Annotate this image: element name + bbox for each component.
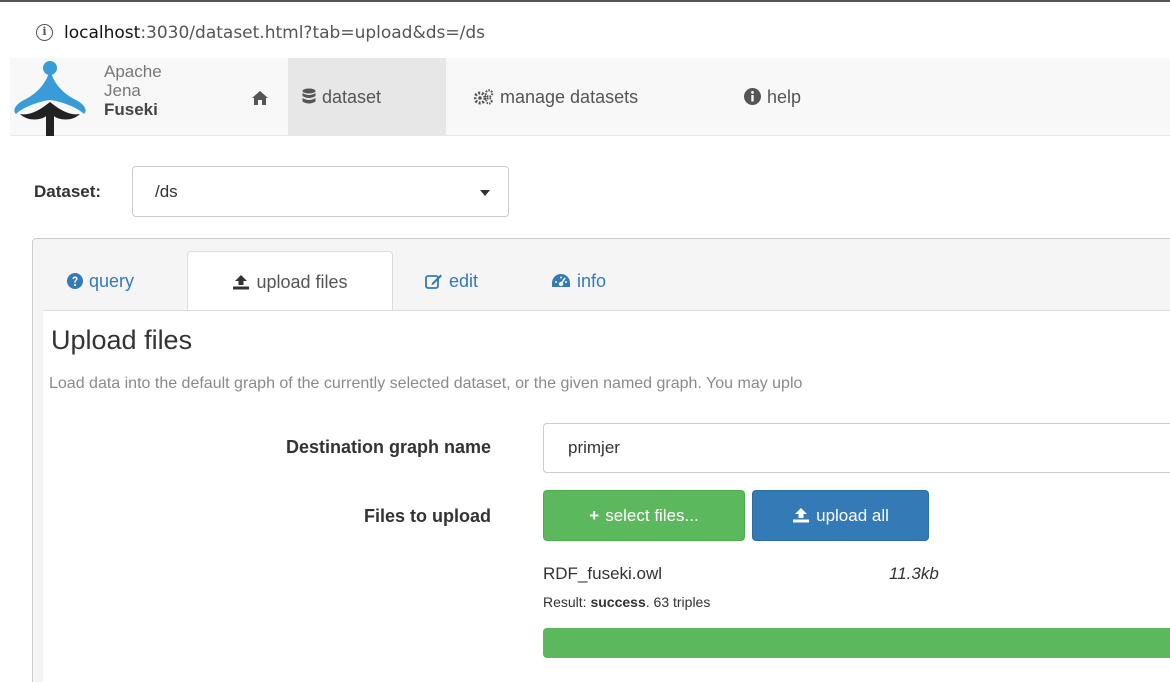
nav-help-label: help (767, 87, 802, 107)
select-files-button[interactable]: + select files... (543, 490, 745, 541)
tab-info[interactable]: info (537, 251, 620, 311)
nav-manage-datasets[interactable]: manage datasets (460, 58, 652, 136)
url-host: localhost (64, 23, 141, 43)
dataset-tabs: query upload files edit info (33, 239, 1170, 311)
dataset-select-value: /ds (155, 182, 178, 201)
upload-all-label: upload all (816, 506, 889, 525)
brand-line-apache: Apache (104, 62, 162, 81)
upload-progress (543, 628, 1170, 658)
upload-tab-content: Upload files Load data into the default … (43, 310, 1170, 682)
caret-down-icon (480, 190, 490, 196)
nav-home[interactable] (232, 58, 288, 136)
jena-logo-icon[interactable] (10, 58, 90, 136)
home-icon (252, 91, 268, 106)
tab-upload-files[interactable]: upload files (187, 251, 393, 311)
nav-help[interactable]: help (730, 58, 815, 136)
nav-dataset[interactable]: dataset (288, 58, 446, 136)
result-status: success (590, 594, 646, 610)
tab-edit[interactable]: edit (411, 251, 492, 311)
url-text[interactable]: localhost:3030/dataset.html?tab=upload&d… (64, 23, 485, 43)
browser-url-bar[interactable]: i localhost:3030/dataset.html?tab=upload… (0, 0, 1170, 62)
info-circle-icon (744, 88, 761, 105)
brand-line-jena: Jena (104, 81, 141, 100)
edit-icon (425, 274, 442, 289)
tab-upload-label: upload files (256, 272, 348, 292)
upload-all-button[interactable]: upload all (752, 490, 929, 541)
nav-manage-label: manage datasets (500, 87, 639, 107)
top-navbar: Apache Jena Fuseki dataset manage datase… (10, 58, 1170, 136)
plus-icon: + (589, 506, 600, 525)
tab-query-label: query (89, 271, 135, 291)
destination-graph-input[interactable]: primjer (543, 423, 1170, 473)
question-circle-icon (67, 273, 83, 289)
dataset-panel: query upload files edit info Upload file… (32, 238, 1170, 682)
dataset-select[interactable]: /ds (132, 166, 509, 217)
destination-graph-label: Destination graph name (285, 437, 491, 457)
files-to-upload-label: Files to upload (363, 506, 491, 526)
brand-line-fuseki: Fuseki (104, 100, 158, 119)
upload-icon (233, 275, 250, 290)
database-icon (302, 88, 316, 104)
uploaded-file-size: 11.3kb (889, 564, 939, 583)
result-prefix: Result: (543, 594, 591, 610)
dataset-label: Dataset: (34, 182, 102, 201)
upload-result: Result: success. 63 triples (543, 594, 710, 610)
upload-icon (793, 508, 810, 523)
upload-progress-bar (543, 628, 1170, 658)
result-suffix: . 63 triples (645, 594, 711, 610)
upload-description: Load data into the default graph of the … (49, 375, 803, 392)
tab-query[interactable]: query (53, 251, 148, 311)
url-path: :3030/dataset.html?tab=upload&ds=/ds (140, 23, 485, 43)
page-title: Upload files (51, 325, 193, 355)
brand-title[interactable]: Apache Jena Fuseki (104, 62, 162, 119)
select-files-label: select files... (605, 506, 699, 525)
site-info-icon[interactable]: i (36, 24, 53, 41)
cogs-icon (474, 89, 494, 105)
tab-info-label: info (577, 271, 607, 291)
dashboard-icon (552, 274, 570, 287)
uploaded-file-name: RDF_fuseki.owl (543, 564, 663, 583)
nav-dataset-label: dataset (322, 87, 382, 107)
tab-edit-label: edit (449, 271, 479, 291)
